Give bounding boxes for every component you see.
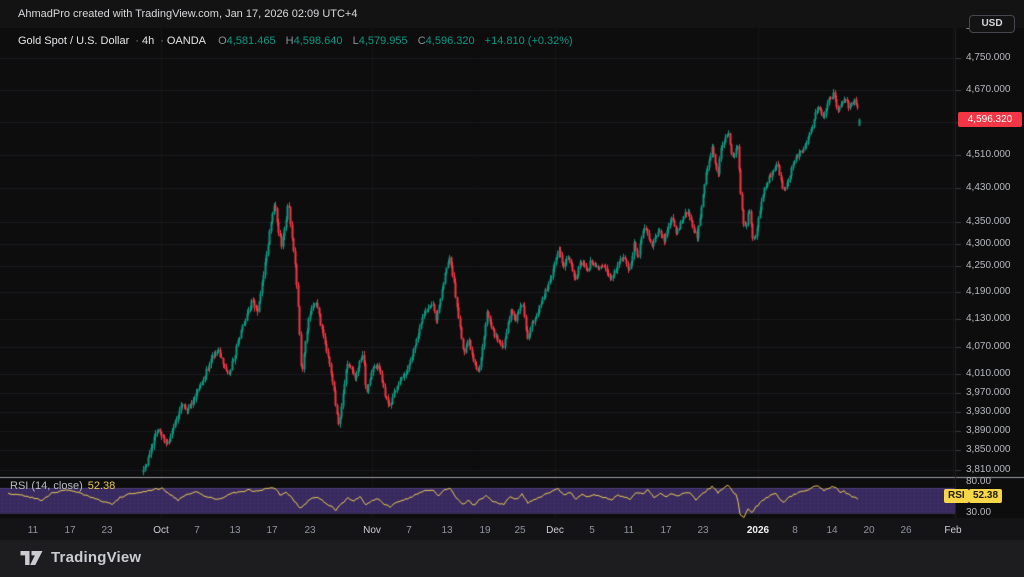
ohlc-close-label: C — [418, 35, 426, 47]
time-axis-label: Dec — [546, 525, 564, 536]
tradingview-logo-icon — [20, 551, 43, 565]
time-axis-label: 19 — [479, 525, 490, 536]
time-axis-label: 26 — [900, 525, 911, 536]
time-axis-label: 5 — [589, 525, 595, 536]
price-axis-label: 4,190.000 — [966, 286, 1011, 297]
time-axis-label: 11 — [624, 525, 634, 536]
price-axis-label: 4,250.000 — [966, 260, 1011, 271]
price-axis-label: 4,670.000 — [966, 84, 1011, 95]
time-axis-label: 23 — [101, 525, 112, 536]
price-axis-label: 4,130.000 — [966, 313, 1011, 324]
time-axis-label: 8 — [792, 525, 798, 536]
time-axis-label: 17 — [660, 525, 671, 536]
price-axis-label: 3,970.000 — [966, 387, 1011, 398]
legend-separator: · — [160, 35, 164, 47]
time-axis-label: 13 — [229, 525, 240, 536]
time-axis-label: Nov — [363, 525, 381, 536]
time-axis-label: 23 — [304, 525, 315, 536]
ohlc-high-value: 4,598.640 — [294, 35, 343, 47]
price-axis-label: 3,810.000 — [966, 464, 1011, 475]
ohlc-open-label: O — [218, 35, 227, 47]
tradingview-logo-text: TradingView — [51, 549, 141, 566]
rsi-scale-label-80: 80.00 — [966, 476, 991, 487]
time-axis-label: 23 — [697, 525, 708, 536]
ohlc-open-value: 4,581.465 — [227, 35, 276, 47]
price-axis-label: 4,510.000 — [966, 149, 1011, 160]
time-axis-label: Oct — [153, 525, 169, 536]
rsi-scale-label-30: 30.00 — [966, 507, 991, 518]
interval-label[interactable]: 4h — [142, 35, 154, 47]
price-axis-label: 3,850.000 — [966, 444, 1011, 455]
price-axis-label: 4,070.000 — [966, 341, 1011, 352]
price-axis-label: 3,890.000 — [966, 425, 1011, 436]
time-axis-label: 17 — [64, 525, 75, 536]
rsi-indicator-value: 52.38 — [88, 480, 116, 492]
price-chart-canvas[interactable] — [0, 28, 1024, 540]
time-axis-label: Feb — [944, 525, 961, 536]
price-axis-label: 4,010.000 — [966, 368, 1011, 379]
price-axis-label: 4,300.000 — [966, 238, 1011, 249]
rsi-indicator-name: RSI (14, close) — [10, 480, 83, 492]
legend-separator: · — [135, 35, 139, 47]
currency-button[interactable]: USD — [969, 15, 1015, 33]
time-axis-label: 7 — [194, 525, 200, 536]
tradingview-snapshot: AhmadPro created with TradingView.com, J… — [0, 0, 1024, 577]
change-value: +14.810 (+0.32%) — [485, 35, 573, 47]
time-axis-label: 7 — [406, 525, 412, 536]
time-axis-label: 20 — [863, 525, 874, 536]
ohlc-close-value: 4,596.320 — [426, 35, 475, 47]
tradingview-logo[interactable]: TradingView — [20, 549, 141, 566]
ohlc-high-label: H — [286, 35, 294, 47]
chart-region: Gold Spot / U.S. Dollar·4h·OANDA O4,581.… — [0, 28, 1024, 540]
footer-bar: TradingView — [0, 540, 1024, 577]
time-axis-label: 25 — [514, 525, 525, 536]
last-price-badge: 4,596.320 — [958, 112, 1022, 127]
symbol-legend: Gold Spot / U.S. Dollar·4h·OANDA O4,581.… — [18, 35, 576, 47]
rsi-badge-value: 52.38 — [969, 489, 1002, 503]
rsi-indicator-legend[interactable]: RSI (14, close) 52.38 — [10, 480, 115, 492]
time-axis-label: 2026 — [747, 525, 769, 536]
time-axis-label: 11 — [28, 525, 38, 536]
ohlc-low-value: 4,579.955 — [359, 35, 408, 47]
time-axis-label: 13 — [441, 525, 452, 536]
time-axis-label: 14 — [826, 525, 837, 536]
symbol-name[interactable]: Gold Spot / U.S. Dollar — [18, 35, 129, 47]
price-axis-label: 4,350.000 — [966, 216, 1011, 227]
rsi-badge-label: RSI — [944, 489, 969, 503]
attribution-text: AhmadPro created with TradingView.com, J… — [18, 8, 357, 20]
header-bar: AhmadPro created with TradingView.com, J… — [0, 0, 1024, 28]
time-axis-label: 17 — [266, 525, 277, 536]
price-axis-label: 3,930.000 — [966, 406, 1011, 417]
price-axis-label: 4,750.000 — [966, 52, 1011, 63]
exchange-label: OANDA — [167, 35, 206, 47]
ohlc-low-label: L — [353, 35, 359, 47]
price-axis-label: 4,430.000 — [966, 182, 1011, 193]
